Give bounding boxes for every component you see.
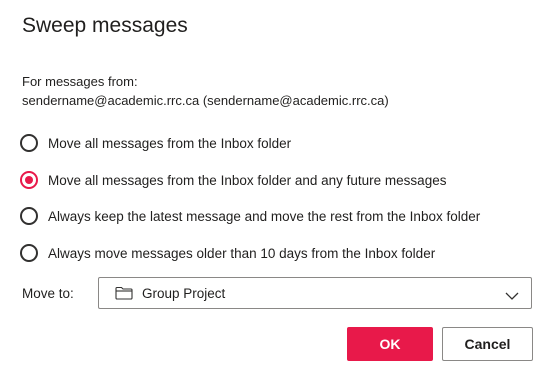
from-address: sendername@academic.rrc.ca (sendername@a…	[22, 93, 389, 108]
from-label: For messages from:	[22, 74, 138, 89]
radio-button[interactable]	[20, 134, 38, 152]
option-label: Move all messages from the Inbox folder	[48, 135, 292, 151]
option-label: Move all messages from the Inbox folder …	[48, 172, 447, 188]
radio-button[interactable]	[20, 244, 38, 262]
option-older-than-10-days[interactable]: Always move messages older than 10 days …	[20, 241, 435, 265]
option-move-all[interactable]: Move all messages from the Inbox folder	[20, 131, 291, 155]
radio-button[interactable]	[20, 207, 38, 225]
radio-button-selected[interactable]	[20, 171, 38, 189]
cancel-button[interactable]: Cancel	[442, 327, 533, 361]
option-label: Always move messages older than 10 days …	[48, 245, 436, 261]
option-label: Always keep the latest message and move …	[48, 208, 481, 224]
move-to-dropdown[interactable]: Group Project	[98, 277, 532, 309]
sweep-dialog: Sweep messages For messages from: sender…	[0, 0, 556, 384]
ok-button[interactable]: OK	[347, 327, 433, 361]
option-keep-latest[interactable]: Always keep the latest message and move …	[20, 204, 480, 228]
chevron-down-icon	[505, 288, 519, 300]
move-to-value: Group Project	[142, 285, 226, 301]
folder-icon	[115, 286, 133, 300]
dialog-title: Sweep messages	[22, 14, 188, 37]
option-move-all-future[interactable]: Move all messages from the Inbox folder …	[20, 168, 446, 192]
move-to-label: Move to:	[22, 286, 74, 301]
